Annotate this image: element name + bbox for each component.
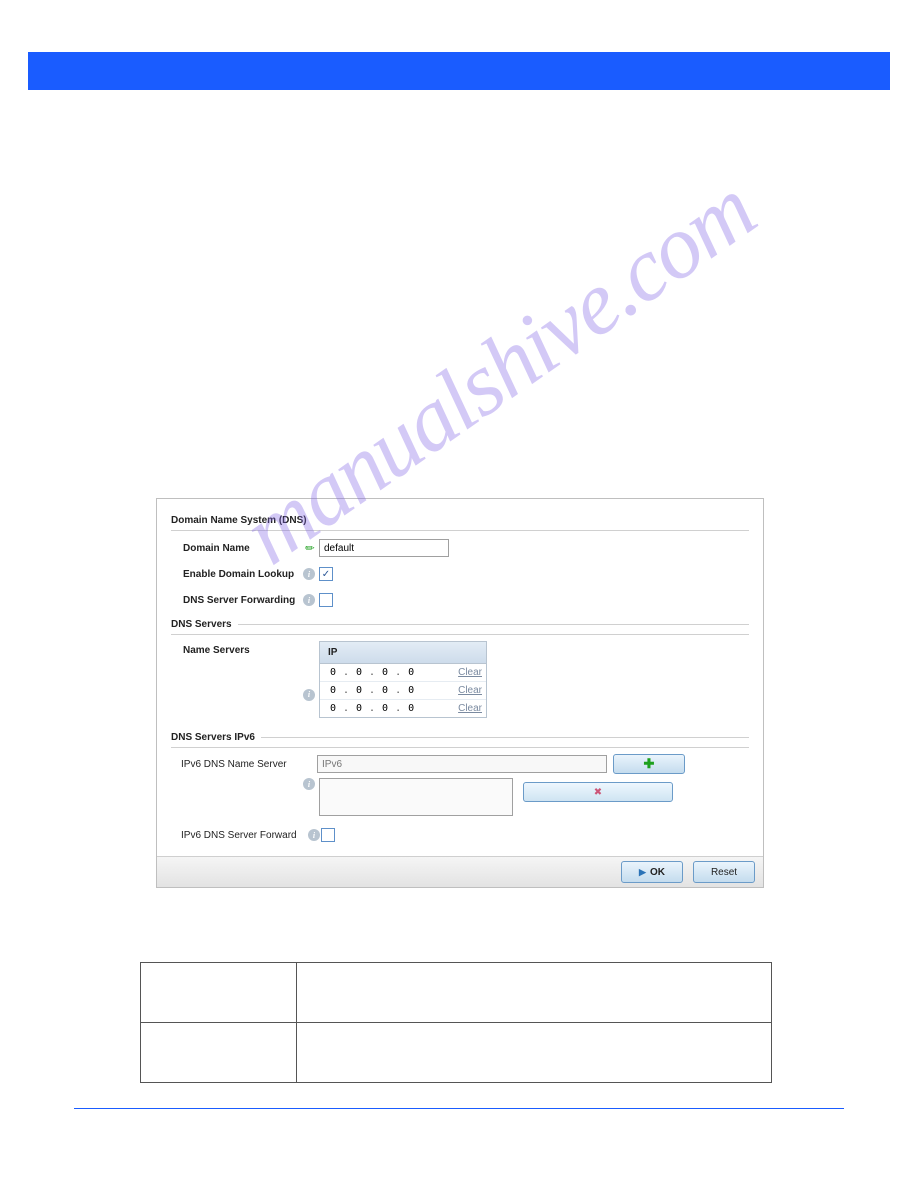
row-ipv6-name-server: IPv6 DNS Name Server ✚ xyxy=(171,754,749,774)
info-icon: i xyxy=(299,568,319,580)
ipv6-name-input[interactable] xyxy=(317,755,607,773)
ip3-oct4[interactable] xyxy=(402,703,420,714)
doc-table xyxy=(140,962,772,1083)
ipv6-listbox[interactable] xyxy=(319,778,513,816)
dns-config-panel: Domain Name System (DNS) Domain Name Ena… xyxy=(156,498,764,888)
section-dns-title: Domain Name System (DNS) xyxy=(171,511,749,531)
pencil-icon xyxy=(299,542,319,555)
ip1-oct1[interactable] xyxy=(324,667,342,678)
ip-row-1: . . . Clear xyxy=(320,664,486,682)
row-ipv6-forward: IPv6 DNS Server Forward i xyxy=(171,824,749,846)
ip3-clear[interactable]: Clear xyxy=(458,703,482,714)
doc-cell-r2c2 xyxy=(297,1023,772,1083)
enable-lookup-label: Enable Domain Lookup xyxy=(171,569,299,580)
ip-row-2: . . . Clear xyxy=(320,682,486,700)
domain-name-input[interactable] xyxy=(319,539,449,557)
name-servers-label: Name Servers xyxy=(171,645,299,656)
reset-button[interactable]: Reset xyxy=(693,861,755,883)
ip1-clear[interactable]: Clear xyxy=(458,667,482,678)
section-servers-title: DNS Servers xyxy=(171,615,749,635)
play-icon: ▶ xyxy=(639,867,646,878)
ip1-oct3[interactable] xyxy=(376,667,394,678)
ip3-oct1[interactable] xyxy=(324,703,342,714)
ip1-oct4[interactable] xyxy=(402,667,420,678)
doc-cell-r1c2 xyxy=(297,963,772,1023)
enable-lookup-checkbox[interactable]: ✓ xyxy=(319,567,333,581)
ok-button[interactable]: ▶OK xyxy=(621,861,683,883)
ip2-oct2[interactable] xyxy=(350,685,368,696)
row-domain-name: Domain Name xyxy=(171,537,749,559)
ip2-oct3[interactable] xyxy=(376,685,394,696)
ip2-clear[interactable]: Clear xyxy=(458,685,482,696)
info-icon: i xyxy=(299,594,319,606)
ip2-oct4[interactable] xyxy=(402,685,420,696)
domain-name-label: Domain Name xyxy=(171,543,299,554)
ip-table: IP . . . Clear . . . Clear . . . Clear xyxy=(319,641,487,718)
dns-forwarding-label: DNS Server Forwarding xyxy=(171,595,299,606)
section-ipv6-title: DNS Servers IPv6 xyxy=(171,728,749,748)
doc-cell-r1c1 xyxy=(141,963,297,1023)
ip-row-3: . . . Clear xyxy=(320,700,486,717)
doc-cell-r2c1 xyxy=(141,1023,297,1083)
plus-icon: ✚ xyxy=(644,756,655,772)
ipv6-name-label: IPv6 DNS Name Server xyxy=(171,759,299,770)
ip2-oct1[interactable] xyxy=(324,685,342,696)
row-enable-lookup: Enable Domain Lookup i ✓ xyxy=(171,563,749,585)
footer-rule xyxy=(74,1108,844,1109)
row-dns-forwarding: DNS Server Forwarding i xyxy=(171,589,749,611)
ip-table-header: IP xyxy=(320,642,486,664)
ipv6-sub-row: i ✖ xyxy=(171,778,749,816)
info-icon: i xyxy=(299,689,319,701)
page-header-banner xyxy=(28,52,890,90)
ipv6-forward-checkbox[interactable] xyxy=(321,828,335,842)
info-icon: i xyxy=(307,829,321,841)
ipv6-add-button[interactable]: ✚ xyxy=(613,754,685,774)
ip1-oct2[interactable] xyxy=(350,667,368,678)
dns-forwarding-checkbox[interactable] xyxy=(319,593,333,607)
info-icon: i xyxy=(299,778,319,790)
row-name-servers: Name Servers i IP . . . Clear . . . Clea… xyxy=(171,641,749,718)
ipv6-forward-label: IPv6 DNS Server Forward xyxy=(171,830,307,841)
ip3-oct2[interactable] xyxy=(350,703,368,714)
panel-footer: ▶OK Reset xyxy=(157,856,763,887)
ipv6-remove-button[interactable]: ✖ xyxy=(523,782,673,802)
remove-icon: ✖ xyxy=(594,787,602,798)
ip3-oct3[interactable] xyxy=(376,703,394,714)
